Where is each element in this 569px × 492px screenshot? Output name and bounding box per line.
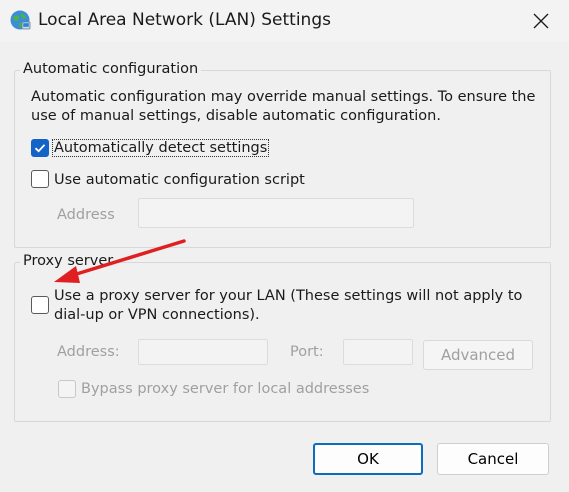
proxy-address-label: Address: <box>57 344 120 360</box>
auto-config-address-input[interactable] <box>138 198 414 228</box>
window-title: Local Area Network (LAN) Settings <box>38 10 331 30</box>
advanced-button[interactable]: Advanced <box>423 340 533 370</box>
auto-detect-settings-label[interactable]: Automatically detect settings <box>52 139 270 158</box>
automatic-configuration-description-line2: use of manual settings, disable automati… <box>31 108 441 124</box>
proxy-port-input[interactable] <box>343 339 413 365</box>
automatic-configuration-description-line1: Automatic configuration may override man… <box>31 89 536 105</box>
proxy-address-input[interactable] <box>138 339 268 365</box>
auto-config-script-checkbox[interactable] <box>31 170 49 188</box>
automatic-configuration-legend: Automatic configuration <box>20 61 202 77</box>
use-proxy-checkbox[interactable] <box>31 296 49 314</box>
proxy-port-label: Port: <box>290 344 324 360</box>
network-globe-icon <box>9 9 31 31</box>
auto-detect-settings-checkbox[interactable] <box>31 139 49 157</box>
auto-config-address-label: Address <box>57 207 115 223</box>
bypass-local-checkbox[interactable] <box>58 380 76 398</box>
title-bar: Local Area Network (LAN) Settings <box>0 0 569 42</box>
close-icon <box>520 13 562 42</box>
bypass-local-label[interactable]: Bypass proxy server for local addresses <box>81 380 369 399</box>
use-proxy-label-line1[interactable]: Use a proxy server for your LAN (These s… <box>54 287 522 306</box>
ok-button[interactable]: OK <box>313 443 423 475</box>
auto-config-script-label[interactable]: Use automatic configuration script <box>54 171 305 190</box>
proxy-server-legend: Proxy server <box>20 253 117 269</box>
cancel-button[interactable]: Cancel <box>437 443 549 475</box>
close-button[interactable] <box>520 4 562 38</box>
use-proxy-label-line2[interactable]: dial-up or VPN connections). <box>54 306 260 325</box>
